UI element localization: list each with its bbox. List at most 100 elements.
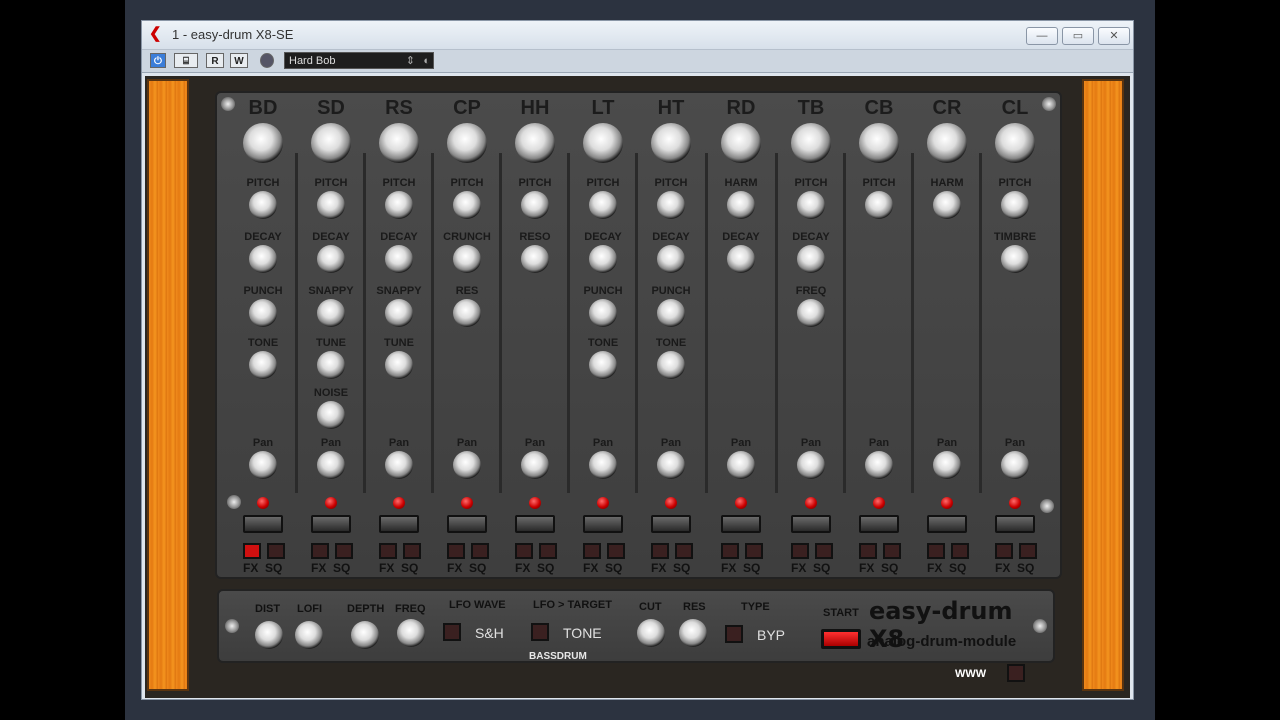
trigger-button[interactable] [859, 515, 899, 533]
param-knob[interactable] [521, 245, 549, 273]
param-knob[interactable] [453, 245, 481, 273]
fx-toggle[interactable] [927, 543, 945, 559]
fx-toggle[interactable] [583, 543, 601, 559]
level-knob[interactable] [651, 123, 691, 163]
param-knob[interactable] [249, 299, 277, 327]
param-knob[interactable] [657, 245, 685, 273]
level-knob[interactable] [515, 123, 555, 163]
freq-knob[interactable] [397, 619, 425, 647]
fx-toggle[interactable] [447, 543, 465, 559]
param-knob[interactable] [797, 191, 825, 219]
pan-knob[interactable] [521, 451, 549, 479]
param-knob[interactable] [385, 351, 413, 379]
fx-toggle[interactable] [995, 543, 1013, 559]
param-knob[interactable] [657, 191, 685, 219]
sq-toggle[interactable] [471, 543, 489, 559]
param-knob[interactable] [453, 299, 481, 327]
param-knob[interactable] [589, 245, 617, 273]
sq-toggle[interactable] [267, 543, 285, 559]
param-knob[interactable] [589, 299, 617, 327]
write-automation-button[interactable]: W [230, 53, 248, 68]
trigger-button[interactable] [583, 515, 623, 533]
param-knob[interactable] [1001, 191, 1029, 219]
pan-knob[interactable] [1001, 451, 1029, 479]
type-button[interactable] [725, 625, 743, 643]
trigger-button[interactable] [791, 515, 831, 533]
pan-knob[interactable] [317, 451, 345, 479]
pan-knob[interactable] [249, 451, 277, 479]
cut-knob[interactable] [637, 619, 665, 647]
trigger-button[interactable] [379, 515, 419, 533]
minimize-button[interactable]: — [1026, 27, 1058, 45]
sq-toggle[interactable] [675, 543, 693, 559]
fx-toggle[interactable] [721, 543, 739, 559]
level-knob[interactable] [995, 123, 1035, 163]
trigger-button[interactable] [447, 515, 487, 533]
param-knob[interactable] [317, 299, 345, 327]
param-knob[interactable] [317, 245, 345, 273]
level-knob[interactable] [311, 123, 351, 163]
level-knob[interactable] [721, 123, 761, 163]
sq-toggle[interactable] [883, 543, 901, 559]
pan-knob[interactable] [865, 451, 893, 479]
trigger-button[interactable] [651, 515, 691, 533]
pan-knob[interactable] [657, 451, 685, 479]
sq-toggle[interactable] [745, 543, 763, 559]
pan-knob[interactable] [453, 451, 481, 479]
read-automation-button[interactable]: R [206, 53, 224, 68]
param-knob[interactable] [317, 401, 345, 429]
param-knob[interactable] [727, 191, 755, 219]
plugin-menu-icon[interactable]: ⌸ [174, 53, 198, 68]
param-knob[interactable] [249, 351, 277, 379]
sq-toggle[interactable] [951, 543, 969, 559]
fx-toggle[interactable] [859, 543, 877, 559]
level-knob[interactable] [791, 123, 831, 163]
param-knob[interactable] [933, 191, 961, 219]
param-knob[interactable] [249, 245, 277, 273]
pan-knob[interactable] [385, 451, 413, 479]
dist-knob[interactable] [255, 621, 283, 649]
fx-toggle[interactable] [791, 543, 809, 559]
param-knob[interactable] [521, 191, 549, 219]
preset-field[interactable]: Hard Bob ⇕ ◐ [284, 52, 434, 69]
pan-knob[interactable] [589, 451, 617, 479]
sq-toggle[interactable] [1019, 543, 1037, 559]
param-knob[interactable] [657, 351, 685, 379]
trigger-button[interactable] [243, 515, 283, 533]
level-knob[interactable] [927, 123, 967, 163]
maximize-button[interactable]: ▭ [1062, 27, 1094, 45]
fx-toggle[interactable] [243, 543, 261, 559]
www-button[interactable] [1007, 664, 1025, 682]
level-knob[interactable] [583, 123, 623, 163]
trigger-button[interactable] [311, 515, 351, 533]
param-knob[interactable] [797, 245, 825, 273]
level-knob[interactable] [859, 123, 899, 163]
level-knob[interactable] [447, 123, 487, 163]
res-knob[interactable] [679, 619, 707, 647]
preset-options-icon[interactable]: ◐ [423, 53, 430, 70]
fx-toggle[interactable] [515, 543, 533, 559]
fx-toggle[interactable] [379, 543, 397, 559]
sq-toggle[interactable] [403, 543, 421, 559]
power-icon[interactable]: ⏻ [150, 53, 166, 68]
fx-toggle[interactable] [651, 543, 669, 559]
param-knob[interactable] [385, 299, 413, 327]
depth-knob[interactable] [351, 621, 379, 649]
trigger-button[interactable] [995, 515, 1035, 533]
lofi-knob[interactable] [295, 621, 323, 649]
sq-toggle[interactable] [607, 543, 625, 559]
param-knob[interactable] [727, 245, 755, 273]
param-knob[interactable] [317, 351, 345, 379]
title-bar[interactable]: ❮ 1 - easy-drum X8-SE — ▭ ✕ [142, 21, 1133, 49]
sq-toggle[interactable] [815, 543, 833, 559]
lfo-wave-button[interactable] [443, 623, 461, 641]
param-knob[interactable] [385, 245, 413, 273]
pan-knob[interactable] [727, 451, 755, 479]
sq-toggle[interactable] [539, 543, 557, 559]
trigger-button[interactable] [927, 515, 967, 533]
trigger-button[interactable] [515, 515, 555, 533]
param-knob[interactable] [1001, 245, 1029, 273]
fx-toggle[interactable] [311, 543, 329, 559]
param-knob[interactable] [589, 191, 617, 219]
start-button[interactable] [821, 629, 861, 649]
